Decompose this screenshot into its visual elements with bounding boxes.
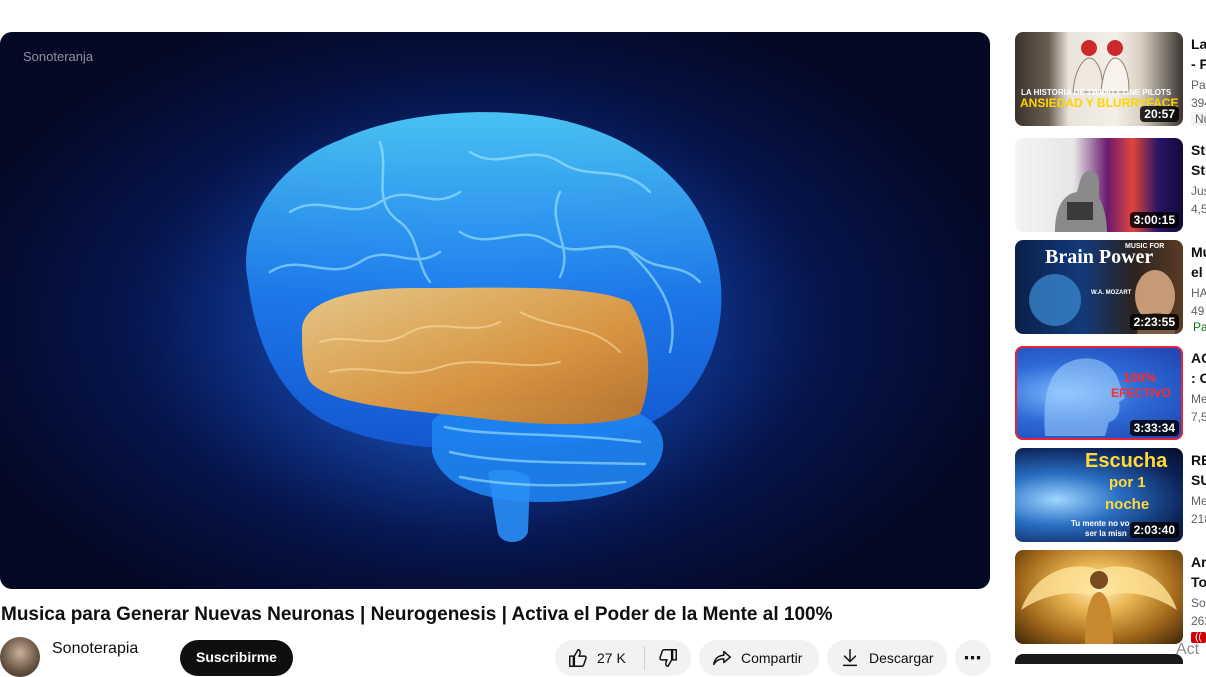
video-duration: 3:33:34 (1129, 420, 1179, 436)
channel-name[interactable]: Sonoterapia (52, 640, 138, 658)
dislike-button[interactable] (645, 647, 679, 669)
video-thumbnail[interactable] (1015, 550, 1183, 644)
more-icon: ⋯ (963, 648, 983, 668)
channel-name[interactable]: Par (1191, 78, 1206, 92)
share-label: Compartir (741, 650, 803, 666)
thumbnail-subcaption: W.A. MOZART (1091, 290, 1132, 296)
thumbnail-headline: EFECTIVO (1111, 386, 1172, 400)
channel-name[interactable]: So (1191, 596, 1206, 610)
new-badge: Nu (1191, 112, 1206, 126)
video-title[interactable]: La (1191, 34, 1206, 54)
video-title[interactable]: Arc (1191, 552, 1206, 572)
recommendation-item[interactable]: 3:00:15 Stu Stu Jus 4,5 (1015, 138, 1206, 232)
thumbnail-headline-line-2: por 1 (1109, 474, 1146, 491)
video-title[interactable]: AC (1191, 348, 1206, 368)
share-icon (713, 650, 731, 666)
recommendation-item[interactable]: Escucha por 1 noche Tu mente no vo ser l… (1015, 448, 1206, 542)
download-label: Descargar (869, 650, 934, 666)
channel-name[interactable]: Jus (1191, 184, 1206, 198)
subscribe-button[interactable]: Suscribirme (180, 640, 293, 676)
channel-avatar[interactable] (0, 637, 40, 677)
like-dislike-group: 27 K (555, 640, 691, 676)
like-button[interactable]: 27 K (555, 646, 645, 670)
thumbnail-percentage: 100% (1123, 370, 1157, 385)
recommendation-item[interactable]: Arc To So 262 (( (1015, 550, 1206, 644)
recommendation-item[interactable]: 100% EFECTIVO 3:33:34 AC : O Me 7,5 (1015, 346, 1206, 440)
activate-windows-watermark: Act (1176, 641, 1200, 658)
video-thumbnail[interactable]: MUSIC FOR Brain Power W.A. MOZART 2:23:5… (1015, 240, 1183, 334)
video-thumbnail[interactable]: Escucha por 1 noche Tu mente no vo ser l… (1015, 448, 1183, 542)
thumbnail-headline: Escucha (1085, 450, 1168, 472)
video-title[interactable]: Mu (1191, 242, 1206, 262)
video-duration: 3:00:15 (1129, 212, 1179, 228)
video-title[interactable]: Stu (1191, 140, 1206, 160)
thumbnail-headline-line-3: noche (1105, 496, 1150, 513)
video-title: Musica para Generar Nuevas Neuronas | Ne… (1, 604, 833, 625)
thumbnail-caption-line-2: ser la misn (1085, 529, 1127, 538)
thumbs-up-icon (569, 649, 587, 667)
video-title-line-2[interactable]: To (1191, 572, 1206, 592)
video-thumbnail[interactable]: LA HISTORIA DE TWENTY ONE PILOTS ANSIEDA… (1015, 32, 1183, 126)
view-count: 262 (1191, 614, 1206, 628)
recommendation-item[interactable] (1015, 654, 1183, 664)
view-count: 4,5 (1191, 202, 1206, 216)
download-icon (842, 649, 858, 667)
channel-name[interactable]: Me (1191, 494, 1206, 508)
video-title-line-2[interactable]: : O (1191, 368, 1206, 388)
brain-illustration (148, 62, 808, 582)
video-duration: 20:57 (1140, 106, 1179, 122)
status-badge: Pa (1193, 320, 1206, 334)
video-title-line-2[interactable]: el (1191, 262, 1206, 282)
recommendation-item[interactable]: LA HISTORIA DE TWENTY ONE PILOTS ANSIEDA… (1015, 32, 1206, 126)
view-count: 394 (1191, 96, 1206, 110)
video-thumbnail[interactable]: 100% EFECTIVO 3:33:34 (1015, 346, 1183, 440)
thumbnail-angel (1021, 566, 1177, 644)
video-title[interactable]: RE (1191, 450, 1206, 470)
view-count: 49 (1191, 304, 1205, 318)
view-count: 7,5 (1191, 410, 1206, 424)
thumbnail-headline: Brain Power (1045, 246, 1154, 268)
channel-watermark: Sonoteranja (23, 49, 94, 64)
video-title-line-2[interactable]: Stu (1191, 160, 1206, 180)
view-count: 218 (1191, 512, 1206, 526)
video-player[interactable]: Sonoteranja (0, 32, 990, 589)
recommendation-item[interactable]: MUSIC FOR Brain Power W.A. MOZART 2:23:5… (1015, 240, 1206, 334)
thumbnail-caption: Tu mente no vo (1071, 519, 1130, 528)
video-thumbnail[interactable]: 3:00:15 (1015, 138, 1183, 232)
video-duration: 2:23:55 (1129, 314, 1179, 330)
channel-name[interactable]: HA (1191, 286, 1206, 300)
video-duration: 2:03:40 (1129, 522, 1179, 538)
more-actions-button[interactable]: ⋯ (955, 640, 991, 676)
thumbs-down-icon (659, 649, 677, 667)
channel-name[interactable]: Me (1191, 392, 1206, 406)
download-button[interactable]: Descargar (827, 640, 947, 676)
video-title-line-2[interactable]: SU (1191, 470, 1206, 490)
video-title-line-2[interactable]: - P (1191, 54, 1206, 74)
share-button[interactable]: Compartir (699, 640, 819, 676)
like-count: 27 K (597, 650, 626, 666)
